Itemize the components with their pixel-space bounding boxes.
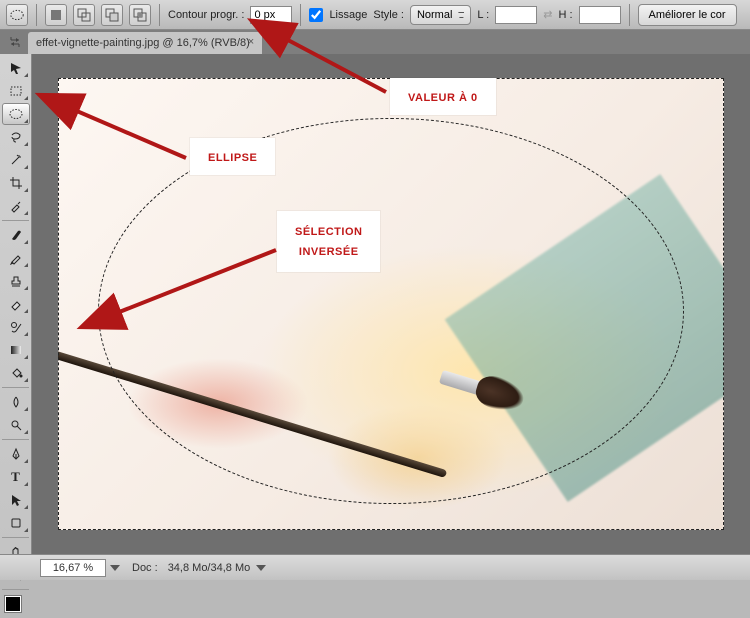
shape-tool[interactable] xyxy=(2,512,30,534)
document-tab[interactable]: × effet-vignette-painting.jpg @ 16,7% (R… xyxy=(28,32,262,54)
options-bar: Contour progr. : Lissage Style : Normal … xyxy=(0,0,750,30)
annotation-ellipse: ELLIPSE xyxy=(190,138,275,175)
selection-mode-intersect[interactable] xyxy=(129,4,151,26)
color-swatches[interactable] xyxy=(5,596,27,618)
pencil-tool[interactable] xyxy=(2,247,30,269)
brush-tool[interactable] xyxy=(2,224,30,246)
antialias-label: Lissage xyxy=(329,9,367,21)
doc-info-menu-icon[interactable] xyxy=(256,565,266,571)
feather-label: Contour progr. : xyxy=(168,9,244,21)
annotation-selection: SÉLECTION INVERSÉE xyxy=(277,211,380,272)
toolbox: T xyxy=(0,54,32,554)
annotation-valeur: VALEUR À 0 xyxy=(390,78,496,115)
pen-tool[interactable] xyxy=(2,443,30,465)
selection-mode-add[interactable] xyxy=(73,4,95,26)
history-brush-tool[interactable] xyxy=(2,316,30,338)
height-label: H : xyxy=(558,9,572,21)
ellipse-selection-marquee xyxy=(98,118,684,504)
tab-filename: effet-vignette-painting.jpg xyxy=(36,37,159,49)
zoom-menu-icon[interactable] xyxy=(110,565,120,571)
antialias-checkbox[interactable] xyxy=(309,8,323,22)
current-tool-indicator[interactable] xyxy=(6,4,28,26)
move-tool[interactable] xyxy=(2,57,30,79)
refine-edge-button[interactable]: Améliorer le cor xyxy=(638,4,737,26)
type-tool[interactable]: T xyxy=(2,466,30,488)
swap-dimensions-icon: ⇄ xyxy=(543,8,552,21)
expand-tabs-icon[interactable] xyxy=(6,33,24,51)
width-label: L : xyxy=(477,9,489,21)
fixed-width-input xyxy=(495,6,537,24)
foreground-color[interactable] xyxy=(5,596,21,612)
doc-size-value: 34,8 Mo/34,8 Mo xyxy=(168,562,251,574)
gradient-tool[interactable] xyxy=(2,339,30,361)
path-select-tool[interactable] xyxy=(2,489,30,511)
status-bar: 16,67 % Doc : 34,8 Mo/34,8 Mo xyxy=(0,554,750,580)
doc-size-label: Doc : xyxy=(132,562,158,574)
workspace: T xyxy=(0,54,750,554)
zoom-field[interactable]: 16,67 % xyxy=(40,559,106,577)
close-tab-icon[interactable]: × xyxy=(248,36,260,48)
lasso-tool[interactable] xyxy=(2,126,30,148)
style-label: Style : xyxy=(373,9,404,21)
dodge-tool[interactable] xyxy=(2,414,30,436)
document-tab-bar: × effet-vignette-painting.jpg @ 16,7% (R… xyxy=(0,30,750,54)
paint-bucket-tool[interactable] xyxy=(2,362,30,384)
rect-marquee-tool[interactable] xyxy=(2,80,30,102)
style-select[interactable]: Normal xyxy=(410,5,471,25)
feather-input[interactable] xyxy=(250,6,292,24)
eraser-tool[interactable] xyxy=(2,293,30,315)
eyedropper-tool[interactable] xyxy=(2,195,30,217)
magic-wand-tool[interactable] xyxy=(2,149,30,171)
ellipse-marquee-tool[interactable] xyxy=(2,103,30,125)
crop-tool[interactable] xyxy=(2,172,30,194)
stamp-tool[interactable] xyxy=(2,270,30,292)
blur-tool[interactable] xyxy=(2,391,30,413)
selection-mode-subtract[interactable] xyxy=(101,4,123,26)
fixed-height-input xyxy=(579,6,621,24)
document-canvas[interactable] xyxy=(58,78,724,530)
selection-mode-new[interactable] xyxy=(45,4,67,26)
tab-info: @ 16,7% (RVB/8) xyxy=(162,37,249,49)
canvas-area xyxy=(32,54,750,554)
